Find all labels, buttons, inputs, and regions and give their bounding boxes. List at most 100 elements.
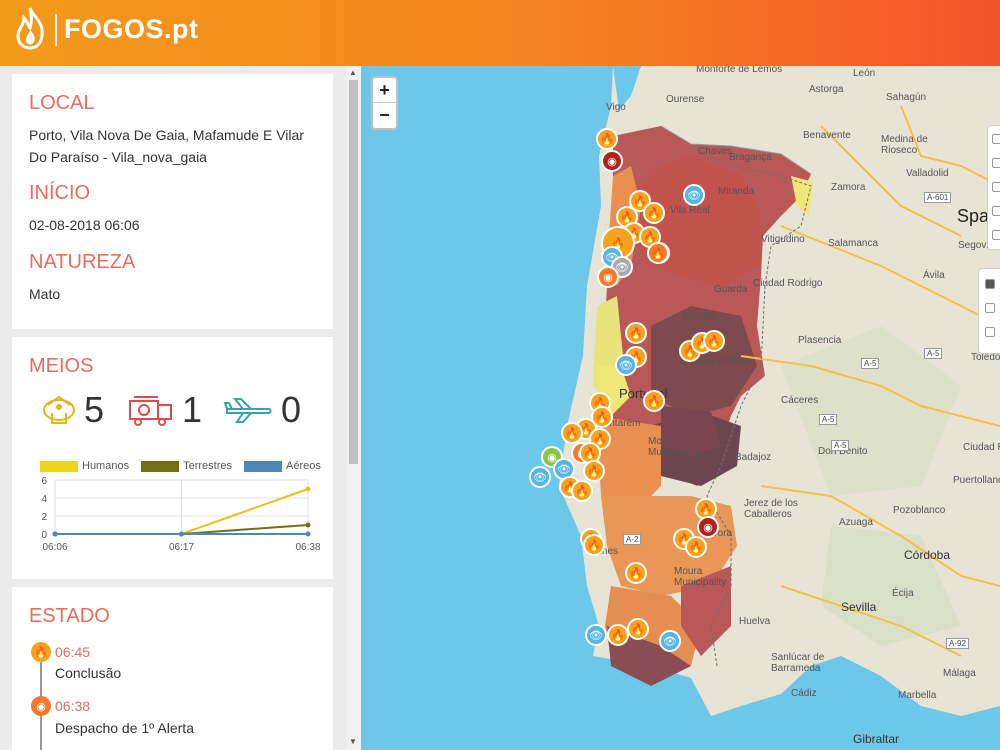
- map-label-sahagun: Sahagún: [886, 92, 927, 103]
- inicio-title: INÍCIO: [29, 182, 91, 204]
- surveillance-eye-marker[interactable]: 👁: [529, 466, 551, 488]
- surveillance-eye-marker[interactable]: 👁: [585, 624, 607, 646]
- sidebar-scrollbar-thumb[interactable]: [349, 80, 358, 464]
- timeline-fire-icon: 🔥: [31, 642, 51, 662]
- map-label-badajoz: Badajoz: [735, 452, 772, 463]
- firefighter-helmet-icon: [43, 395, 75, 424]
- zoom-out-button[interactable]: −: [373, 103, 396, 128]
- map-label-malaga: Málaga: [943, 668, 976, 679]
- flame-logo-icon[interactable]: [10, 6, 50, 50]
- fire-marker[interactable]: 🔥: [607, 624, 629, 646]
- fire-marker[interactable]: 🔥: [561, 422, 583, 444]
- chart-x-tick-label: 06:17: [169, 542, 194, 553]
- chart-point[interactable]: [305, 486, 311, 492]
- logo-text[interactable]: FOGOS.pt: [64, 14, 199, 45]
- surveillance-eye-marker[interactable]: 👁: [659, 630, 681, 652]
- map-label-ourense: Ourense: [666, 94, 705, 105]
- layer-checkbox[interactable]: [992, 230, 1000, 240]
- map-label-caceres: Cáceres: [781, 395, 819, 406]
- legend-humanos-label: Humanos: [82, 460, 130, 472]
- layer-checkbox[interactable]: [992, 206, 1000, 216]
- map-canvas[interactable]: [361, 66, 1000, 750]
- map-label-plasencia: Plasencia: [798, 335, 842, 346]
- map-label-vila-real: Vila Real: [670, 205, 710, 216]
- timeline-label-1: Conclusão: [55, 665, 122, 681]
- legend-item-terrestres[interactable]: Terrestres: [141, 460, 232, 472]
- fire-marker[interactable]: 🔥: [643, 202, 665, 224]
- chart-point[interactable]: [305, 531, 311, 537]
- meios-line-chart: 0 2 4 6 06:06 06:17 06:38: [41, 477, 321, 553]
- natureza-title: NATUREZA: [29, 251, 136, 273]
- fire-marker[interactable]: 🔥: [627, 618, 649, 640]
- fire-marker[interactable]: 🔥: [571, 480, 593, 502]
- map-label-astorga: Astorga: [809, 84, 844, 95]
- alert-marker[interactable]: ◉: [601, 150, 623, 172]
- fire-marker[interactable]: 🔥: [703, 330, 725, 352]
- base-layer-control-panel: [978, 268, 1000, 354]
- local-title: LOCAL: [29, 92, 95, 114]
- layer-checkbox[interactable]: [992, 134, 1000, 144]
- road-badge-a5-3: A-5: [819, 414, 838, 425]
- map-label-guarda: Guarda: [714, 284, 748, 295]
- map-label-pozoblanco: Pozoblanco: [893, 505, 946, 516]
- fire-marker[interactable]: 🔥: [643, 390, 665, 412]
- fire-marker[interactable]: 🔥: [583, 460, 605, 482]
- alert-marker[interactable]: ◉: [697, 516, 719, 538]
- chart-y-tick-label: 2: [41, 512, 47, 523]
- fire-marker[interactable]: 🔥: [625, 562, 647, 584]
- chart-point[interactable]: [52, 531, 58, 537]
- scroll-down-arrow-icon[interactable]: ▼: [349, 737, 357, 746]
- map-label-miranda: Miranda: [718, 186, 755, 197]
- chart-point[interactable]: [305, 522, 311, 528]
- fire-marker[interactable]: 🔥: [596, 128, 618, 150]
- map-label-ciudad-rodrigo: Ciudad Rodrigo: [753, 278, 823, 289]
- logo-divider: [55, 14, 57, 46]
- zoom-in-button[interactable]: +: [373, 78, 396, 103]
- fire-map[interactable]: Monforte de Lemos León Ourense Astorga S…: [361, 66, 1000, 750]
- map-label-chaves: Chaves: [698, 146, 732, 157]
- map-label-monforte-de-lemos: Monforte de Lemos: [696, 66, 783, 75]
- fire-marker[interactable]: 🔥: [583, 534, 605, 556]
- chart-y-tick-label: 4: [41, 494, 47, 505]
- map-label-ecija: Écija: [892, 588, 914, 599]
- map-label-ciudad-real: Ciudad Real: [963, 442, 1000, 453]
- scroll-up-arrow-icon[interactable]: ▲: [349, 68, 357, 77]
- chart-x-tick-label: 06:38: [295, 542, 320, 553]
- surveillance-eye-marker[interactable]: 👁: [683, 184, 705, 206]
- map-zoom-control: + −: [371, 76, 398, 130]
- map-label-gibraltar: Gibraltar: [853, 732, 900, 746]
- surveillance-eye-marker[interactable]: 👁: [615, 354, 637, 376]
- alert-marker[interactable]: ◉: [597, 266, 619, 288]
- map-label-vigo: Vigo: [606, 102, 626, 113]
- local-card: LOCAL Porto, Vila Nova De Gaia, Mafamude…: [12, 74, 333, 329]
- map-label-salamanca: Salamanca: [828, 238, 879, 249]
- map-label-sevilla: Sevilla: [841, 600, 877, 614]
- layer-checkbox[interactable]: [992, 158, 1000, 168]
- meios-title: MEIOS: [29, 355, 94, 377]
- layer-control-panel: [987, 125, 1000, 250]
- chart-legend: Humanos Terrestres Aéreos: [40, 460, 333, 472]
- layer-checkbox[interactable]: [985, 327, 995, 337]
- estado-card: ESTADO 🔥 06:45 Conclusão ◉ 06:38 Despach…: [12, 587, 333, 750]
- road-badge-a5-2: A-5: [924, 348, 943, 359]
- timeline-time-1: 06:45: [55, 644, 91, 660]
- humanos-count: 5: [84, 389, 105, 430]
- map-label-azuaga: Azuaga: [839, 517, 873, 528]
- layer-checkbox[interactable]: [992, 182, 1000, 192]
- map-label-jerez-de-los-caballeros: Jerez de los Caballeros: [744, 498, 798, 520]
- fire-marker[interactable]: 🔥: [685, 536, 707, 558]
- layer-checkbox[interactable]: [985, 303, 995, 313]
- map-label-cadiz: Cádiz: [791, 688, 817, 699]
- legend-item-aereos[interactable]: Aéreos: [243, 460, 321, 472]
- legend-item-humanos[interactable]: Humanos: [40, 460, 129, 472]
- chart-point[interactable]: [179, 531, 184, 537]
- layer-checkbox-checked[interactable]: [985, 279, 995, 289]
- map-label-zamora: Zamora: [831, 182, 866, 193]
- airplane-icon: [223, 398, 272, 423]
- road-badge-a2: A-2: [623, 534, 642, 545]
- map-label-marbella: Marbella: [898, 690, 937, 701]
- legend-terrestres-label: Terrestres: [183, 460, 232, 472]
- fire-marker[interactable]: 🔥: [625, 322, 647, 344]
- map-label-benavente: Benavente: [803, 130, 851, 141]
- fire-marker[interactable]: 🔥: [647, 242, 669, 264]
